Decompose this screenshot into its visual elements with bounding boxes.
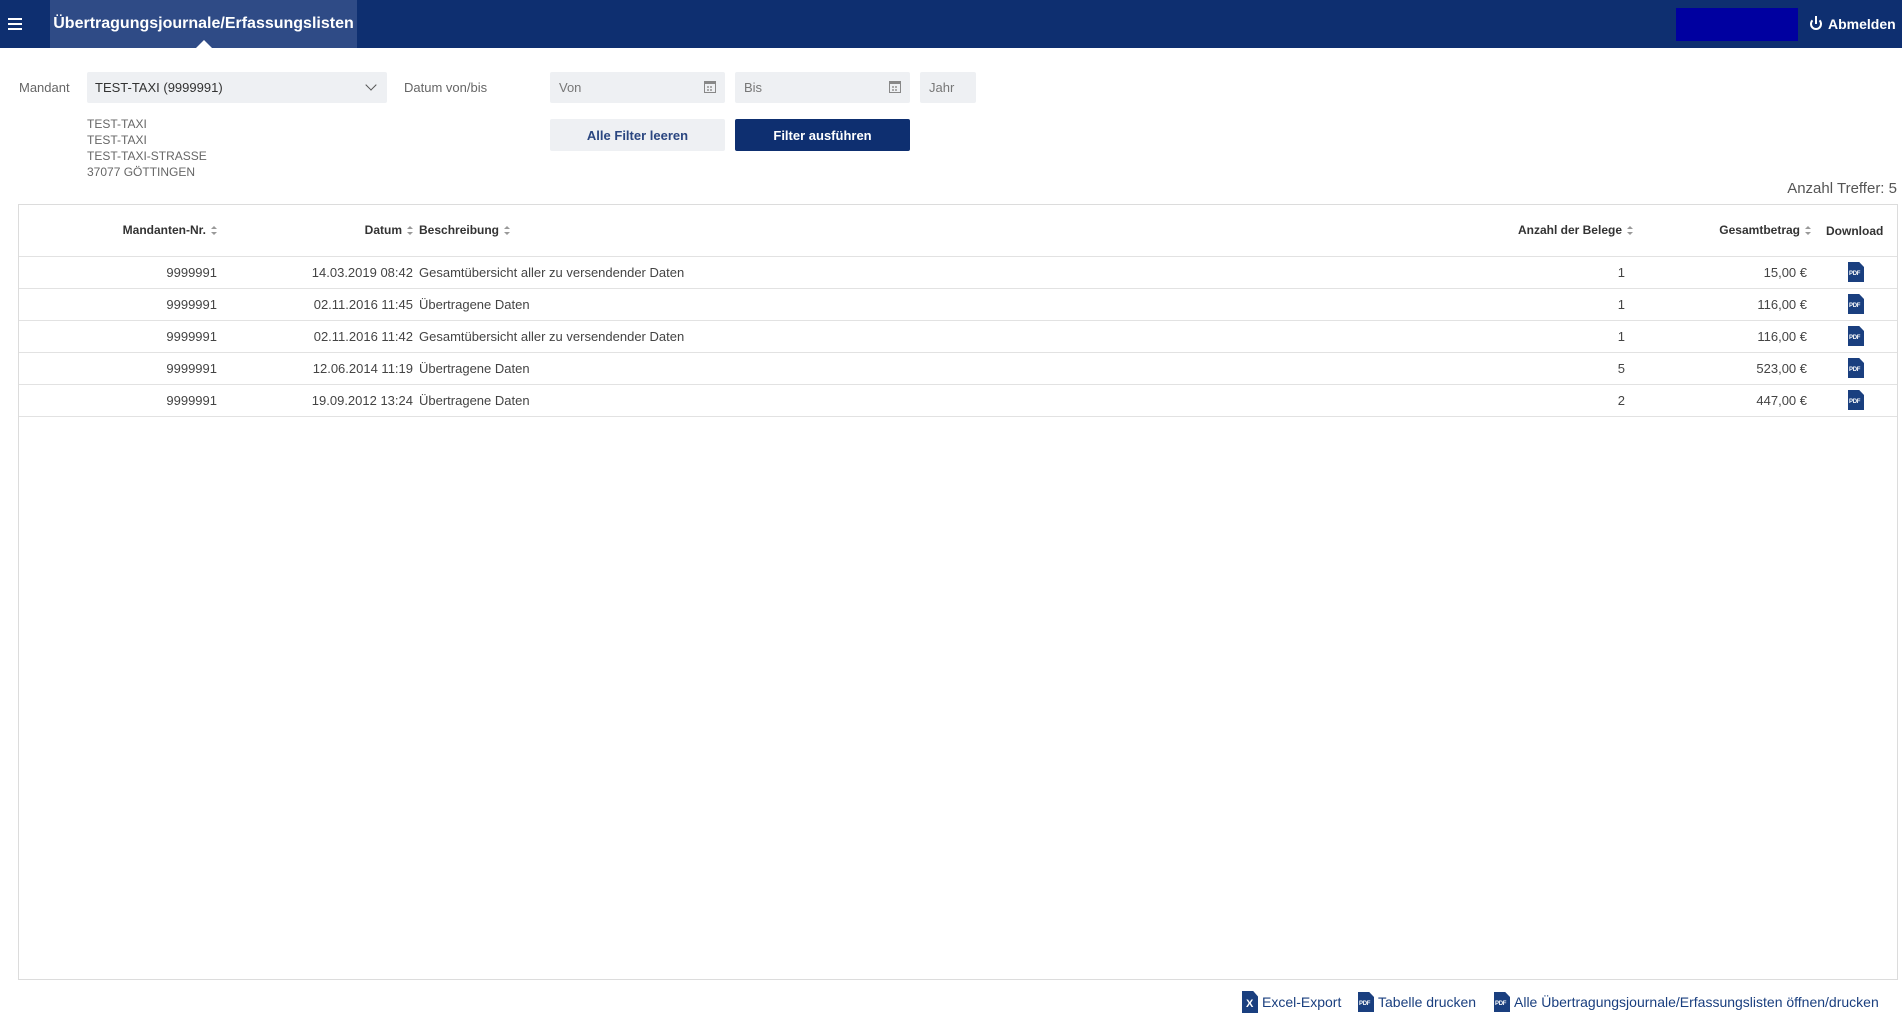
cell-gesamtbetrag: 447,00 €: [1756, 393, 1807, 408]
column-header-label: Beschreibung: [419, 223, 500, 237]
column-header-label: Anzahl der Belege: [1517, 223, 1622, 237]
cell-beschreibung: Übertragene Daten: [419, 393, 530, 408]
column-header-label: Datum: [364, 223, 402, 237]
power-icon: [1810, 16, 1822, 30]
hamburger-menu-icon[interactable]: [8, 10, 28, 38]
cell-mandant-nr: 9999991: [166, 297, 217, 312]
date-to-input[interactable]: [735, 72, 910, 103]
cell-beschreibung: Übertragene Daten: [419, 297, 530, 312]
address-line: TEST-TAXI: [87, 133, 147, 147]
cell-datum: 02.11.2016 11:42: [313, 329, 413, 344]
calendar-icon[interactable]: [889, 81, 901, 93]
hit-count: Anzahl Treffer: 5: [1787, 180, 1897, 197]
run-filter-button[interactable]: Filter ausführen: [735, 119, 910, 151]
clear-filters-button[interactable]: Alle Filter leeren: [550, 119, 725, 151]
excel-export-link[interactable]: X Excel-Export: [1242, 991, 1341, 1013]
tab-uebertragungsjournale[interactable]: Übertragungsjournale/Erfassungslisten: [50, 0, 357, 48]
column-header-beschreibung[interactable]: Beschreibung: [419, 223, 511, 237]
table-row: 9999991 14.03.2019 08:42 Gesamtübersicht a…: [19, 257, 1897, 289]
cell-anzahl: 1: [1617, 297, 1625, 312]
excel-export-label: Excel-Export: [1262, 994, 1342, 1010]
cell-mandant-nr: 9999991: [166, 329, 217, 344]
year-input[interactable]: [920, 72, 976, 103]
print-table-label: Tabelle drucken: [1378, 994, 1477, 1010]
top-bar: Übertragungsjournale/Erfassungslisten Ab…: [0, 0, 1902, 48]
table-header: Mandanten-Nr. Datum Beschreibung Anzahl …: [19, 205, 1897, 257]
pdf-icon: PDF: [1494, 992, 1510, 1012]
pdf-download-icon[interactable]: PDF: [1848, 294, 1864, 314]
cell-datum: 14.03.2019 08:42: [311, 265, 413, 280]
pdf-download-icon[interactable]: PDF: [1848, 326, 1864, 346]
sort-icon: [504, 226, 511, 236]
cell-gesamtbetrag: 116,00 €: [1757, 297, 1807, 312]
cell-anzahl: 2: [1617, 393, 1625, 408]
open-all-label: Alle Übertragungsjournale/Erfassungslist…: [1514, 994, 1879, 1010]
cell-datum: 12.06.2014 11:19: [312, 361, 413, 376]
mandant-label: Mandant: [19, 80, 70, 95]
print-table-link[interactable]: PDF Tabelle drucken: [1358, 991, 1476, 1013]
excel-icon: X: [1242, 991, 1258, 1013]
cell-datum: 02.11.2016 11:45: [313, 297, 413, 312]
results-table: Mandanten-Nr. Datum Beschreibung Anzahl …: [18, 204, 1898, 980]
mandant-select[interactable]: TEST-TAXI (9999991): [87, 72, 387, 103]
cell-gesamtbetrag: 523,00 €: [1756, 361, 1807, 376]
table-row: 9999991 12.06.2014 11:19 Übertragene Daten…: [19, 353, 1897, 385]
column-header-mandant-nr[interactable]: Mandanten-Nr.: [123, 223, 217, 237]
table-row: 9999991 19.09.2012 13:24 Übertragene Daten…: [19, 385, 1897, 417]
cell-anzahl: 5: [1617, 361, 1625, 376]
date-from-input[interactable]: [550, 72, 725, 103]
pdf-icon: PDF: [1358, 992, 1374, 1012]
mandant-address: TEST-TAXI TEST-TAXI TEST-TAXI-STRASSE 37…: [87, 116, 207, 180]
column-header-datum[interactable]: Datum: [365, 223, 413, 237]
column-header-label: Gesamtbetrag: [1719, 223, 1800, 237]
logout-button[interactable]: Abmelden: [1810, 0, 1896, 48]
table-row: 9999991 02.11.2016 11:42 Gesamtübersicht a…: [19, 321, 1897, 353]
date-range-label: Datum von/bis: [404, 80, 488, 95]
sort-icon: [407, 226, 413, 236]
chevron-down-icon: [365, 79, 377, 91]
pdf-download-icon[interactable]: PDF: [1848, 390, 1864, 410]
pdf-download-icon[interactable]: PDF: [1848, 262, 1864, 282]
column-header-gesamtbetrag[interactable]: Gesamtbetrag: [1719, 223, 1811, 237]
address-line: TEST-TAXI: [87, 117, 147, 131]
column-header-download: Download: [1826, 224, 1884, 238]
open-all-link[interactable]: PDF Alle Übertragungsjournale/Erfassungs…: [1494, 991, 1879, 1013]
page-title: Übertragungsjournale/Erfassungslisten: [53, 15, 354, 32]
cell-beschreibung: Gesamtübersicht aller zu versendender Da…: [419, 329, 685, 344]
cell-gesamtbetrag: 116,00 €: [1757, 329, 1807, 344]
table-row: 9999991 02.11.2016 11:45 Übertragene Daten…: [19, 289, 1897, 321]
pdf-download-icon[interactable]: PDF: [1848, 358, 1864, 378]
logout-label: Abmelden: [1828, 16, 1896, 32]
sort-icon: [211, 226, 217, 236]
cell-beschreibung: Gesamtübersicht aller zu versendender Da…: [419, 265, 685, 280]
cell-anzahl: 1: [1617, 329, 1625, 344]
address-line: TEST-TAXI-STRASSE: [87, 149, 207, 163]
user-info-box: [1676, 8, 1798, 41]
cell-datum: 19.09.2012 13:24: [311, 393, 413, 408]
cell-beschreibung: Übertragene Daten: [419, 361, 530, 376]
cell-mandant-nr: 9999991: [166, 361, 217, 376]
sort-icon: [1805, 226, 1811, 236]
address-line: 37077 GÖTTINGEN: [87, 165, 196, 179]
cell-gesamtbetrag: 15,00 €: [1763, 265, 1807, 280]
calendar-icon[interactable]: [704, 81, 716, 93]
mandant-selected-value: TEST-TAXI (9999991): [95, 80, 223, 95]
sort-icon: [1627, 226, 1633, 236]
column-header-label: Mandanten-Nr.: [122, 223, 206, 237]
cell-anzahl: 1: [1617, 265, 1625, 280]
column-header-anzahl[interactable]: Anzahl der Belege: [1518, 223, 1633, 237]
cell-mandant-nr: 9999991: [166, 265, 217, 280]
cell-mandant-nr: 9999991: [166, 393, 217, 408]
